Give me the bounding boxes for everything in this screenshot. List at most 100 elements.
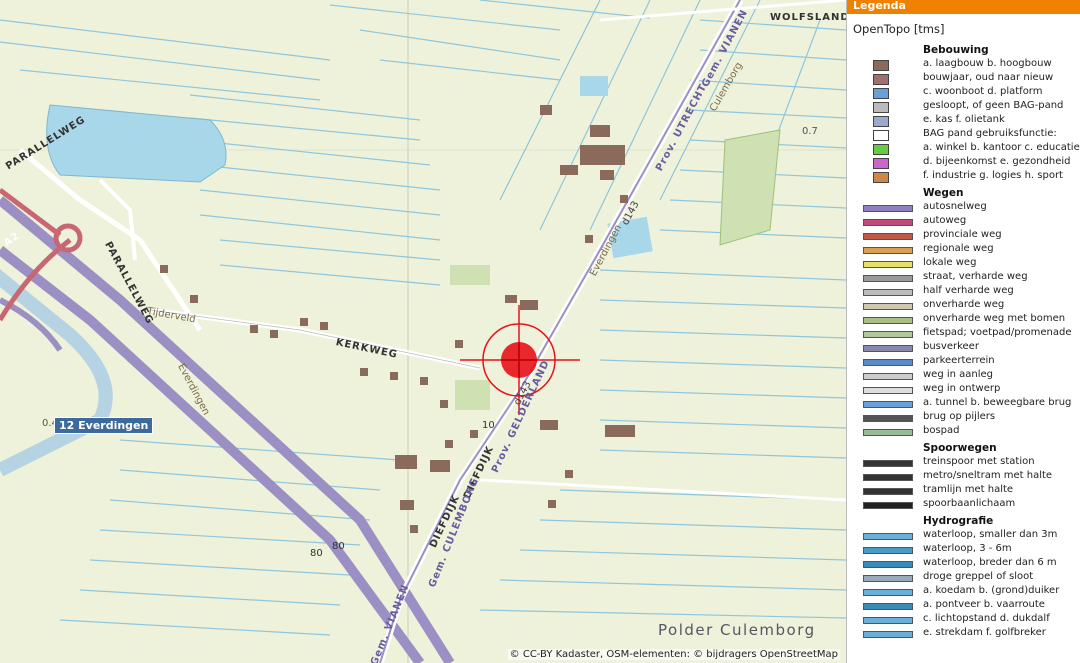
legend-row: e. strekdam f. golfbreker [847, 626, 1080, 640]
legend-row-label: waterloop, smaller dan 3m [923, 529, 1058, 540]
legend-row-label: parkeerterrein [923, 355, 995, 366]
legend-row-label: metro/sneltram met halte [923, 470, 1053, 481]
legend-symbol-icon [863, 460, 913, 467]
legend-row-label: weg in aanleg [923, 369, 994, 380]
legend-row-label: e. strekdam f. golfbreker [923, 627, 1046, 638]
legend-row-label: lokale weg [923, 257, 977, 268]
legend-row: e. kas f. olietank [847, 113, 1080, 127]
legend-row: c. woonboot d. platform [847, 85, 1080, 99]
legend-panel: Legenda OpenTopo [tms] Bebouwing a. laagb… [846, 0, 1080, 663]
legend-symbol-icon [863, 303, 913, 310]
legend-row: weg in ontwerp [847, 382, 1080, 396]
legend-row-label: a. koedam b. (grond)duiker [923, 585, 1060, 596]
legend-row-label: c. woonboot d. platform [923, 86, 1043, 97]
legend-source: OpenTopo [tms] [853, 22, 945, 36]
legend-section-title: Hydrografie [923, 515, 994, 527]
legend-symbol-icon [863, 533, 913, 540]
legend-row: onverharde weg [847, 298, 1080, 312]
legend-section-title: Wegen [923, 187, 964, 199]
legend-symbol-icon [863, 331, 913, 338]
legend-symbol-icon [863, 488, 913, 495]
legend-row-label: waterloop, 3 - 6m [923, 543, 1012, 554]
legend-row-label: a. tunnel b. beweegbare brug [923, 397, 1072, 408]
legend-row-label: tramlijn met halte [923, 484, 1014, 495]
legend-row: regionale weg [847, 242, 1080, 256]
legend-symbol-icon [863, 502, 913, 509]
legend-symbol-icon [863, 261, 913, 268]
legend-row-label: onverharde weg met bomen [923, 313, 1066, 324]
legend-row: lokale weg [847, 256, 1080, 270]
legend-row-label: e. kas f. olietank [923, 114, 1005, 125]
road-label-wolfslandpad: WOLFSLANDPA [770, 12, 846, 23]
legend-row: tramlijn met halte [847, 483, 1080, 497]
legend-row-label: onverharde weg [923, 299, 1005, 310]
legend-row-label: brug op pijlers [923, 411, 996, 422]
legend-row-label: a. winkel b. kantoor c. educatie [923, 142, 1080, 153]
legend-symbol-icon [863, 345, 913, 352]
legend-symbol-icon [863, 275, 913, 282]
legend-row: a. tunnel b. beweegbare brug [847, 396, 1080, 410]
legend-symbol-icon [863, 415, 913, 422]
legend-symbol-icon [863, 289, 913, 296]
legend-body: Bebouwing a. laagbouw b. hoogbouw bouwjaar… [847, 44, 1080, 640]
legend-row: c. lichtopstand d. dukdalf [847, 612, 1080, 626]
legend-row: fietspad; voetpad/promenade [847, 326, 1080, 340]
exit-label: 12 Everdingen [54, 417, 154, 434]
legend-row: f. industrie g. logies h. sport [847, 169, 1080, 183]
legend-symbol-icon [873, 130, 889, 141]
legend-symbol-icon [863, 387, 913, 394]
legend-row-label: a. laagbouw b. hoogbouw [923, 58, 1052, 69]
legend-symbol-icon [873, 88, 889, 99]
legend-row: autosnelweg [847, 200, 1080, 214]
legend-row-label: autosnelweg [923, 201, 987, 212]
legend-section-title: Bebouwing [923, 44, 989, 56]
legend-row-label: c. lichtopstand d. dukdalf [923, 613, 1050, 624]
speed-label-1: 80 [310, 548, 323, 559]
legend-row: a. pontveer b. vaarroute [847, 598, 1080, 612]
legend-row-label: fietspad; voetpad/promenade [923, 327, 1072, 338]
legend-row: BAG pand gebruiksfunctie: [847, 127, 1080, 141]
legend-row-label: gesloopt, of geen BAG-pand [923, 100, 1064, 111]
legend-symbol-icon [863, 617, 913, 624]
legend-row: straat, verharde weg [847, 270, 1080, 284]
legend-symbol-icon [863, 474, 913, 481]
legend-row-label: provinciale weg [923, 229, 1002, 240]
legend-row: droge greppel of sloot [847, 570, 1080, 584]
legend-row: a. laagbouw b. hoogbouw [847, 57, 1080, 71]
legend-row: weg in aanleg [847, 368, 1080, 382]
legend-section-title: Spoorwegen [923, 442, 997, 454]
legend-row: waterloop, breder dan 6 m [847, 556, 1080, 570]
legend-row-label: autoweg [923, 215, 967, 226]
legend-row: waterloop, 3 - 6m [847, 542, 1080, 556]
legend-symbol-icon [863, 603, 913, 610]
map-attribution[interactable]: © CC-BY Kadaster, OSM-elementen: © bijdr… [507, 649, 840, 660]
legend-row: provinciale weg [847, 228, 1080, 242]
height-label: 0.7 [802, 126, 818, 137]
legend-symbol-icon [863, 631, 913, 638]
legend-row: autoweg [847, 214, 1080, 228]
legend-row-label: spoorbaanlichaam [923, 498, 1016, 509]
legend-title: Legenda [847, 0, 1080, 14]
legend-row-label: busverkeer [923, 341, 979, 352]
legend-symbol-icon [873, 144, 889, 155]
legend-symbol-icon [863, 205, 913, 212]
speed-label-2: 80 [332, 541, 345, 552]
legend-symbol-icon [873, 158, 889, 169]
legend-row: d. bijeenkomst e. gezondheid [847, 155, 1080, 169]
legend-symbol-icon [863, 401, 913, 408]
legend-row: busverkeer [847, 340, 1080, 354]
legend-row: metro/sneltram met halte [847, 469, 1080, 483]
legend-symbol-icon [863, 429, 913, 436]
legend-row: gesloopt, of geen BAG-pand [847, 99, 1080, 113]
legend-row: bouwjaar, oud naar nieuw [847, 71, 1080, 85]
legend-symbol-icon [873, 60, 889, 71]
legend-symbol-icon [863, 575, 913, 582]
legend-row-label: treinspoor met station [923, 456, 1035, 467]
number-label-10: 10 [482, 420, 495, 431]
legend-row: treinspoor met station [847, 455, 1080, 469]
legend-row-label: straat, verharde weg [923, 271, 1028, 282]
legend-row-label: droge greppel of sloot [923, 571, 1034, 582]
legend-symbol-icon [863, 219, 913, 226]
map-view[interactable]: PARALLELWEG PARALLELWEG KERKWEG DIEFDIJK… [0, 0, 846, 663]
legend-symbol-icon [863, 233, 913, 240]
